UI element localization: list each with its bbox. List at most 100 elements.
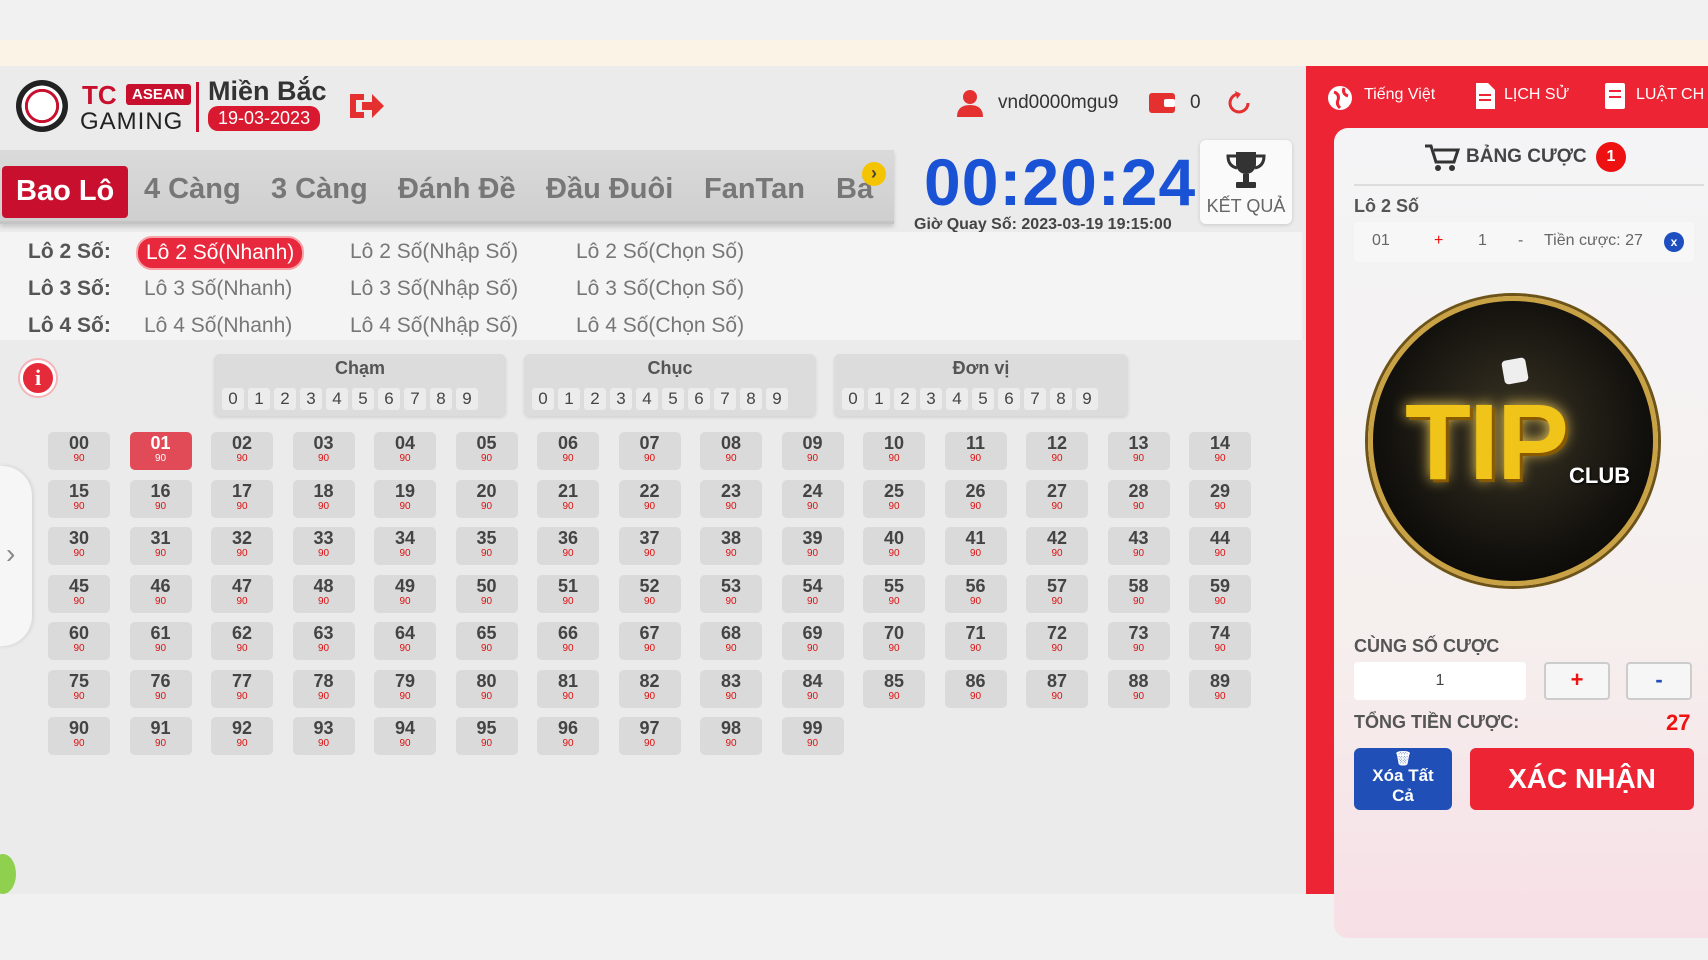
number-cell[interactable]: 19 90 bbox=[374, 479, 436, 518]
group-don-vi-digit[interactable]: 0 bbox=[842, 388, 864, 410]
group-cham-digit[interactable]: 5 bbox=[352, 388, 374, 410]
group-don-vi-digit[interactable]: 1 bbox=[868, 388, 890, 410]
history-link[interactable]: LỊCH SỬ bbox=[1504, 86, 1569, 104]
number-cell[interactable]: 60 90 bbox=[48, 622, 110, 660]
number-cell[interactable]: 44 90 bbox=[1189, 527, 1251, 565]
rules-link[interactable]: LUẬT CH bbox=[1636, 86, 1704, 104]
number-cell[interactable]: 30 90 bbox=[48, 527, 110, 565]
number-cell[interactable]: 67 90 bbox=[618, 622, 681, 660]
number-cell[interactable]: 68 90 bbox=[700, 622, 762, 660]
info-icon[interactable]: i bbox=[20, 360, 56, 396]
number-cell[interactable]: 61 90 bbox=[129, 622, 192, 660]
group-don-vi-digit[interactable]: 9 bbox=[1076, 388, 1098, 410]
number-cell[interactable]: 14 90 bbox=[1189, 432, 1251, 470]
number-cell[interactable]: 59 90 bbox=[1189, 574, 1251, 613]
group-chuc-digit[interactable]: 8 bbox=[740, 388, 762, 410]
group-don-vi-digit[interactable]: 3 bbox=[920, 388, 942, 410]
group-cham-digit[interactable]: 7 bbox=[404, 388, 426, 410]
number-cell[interactable]: 16 90 bbox=[129, 479, 192, 518]
number-cell[interactable]: 58 90 bbox=[1107, 574, 1170, 613]
chat-bubble-icon[interactable] bbox=[0, 854, 16, 894]
number-cell[interactable]: 78 90 bbox=[292, 669, 355, 708]
group-chuc-digit[interactable]: 4 bbox=[636, 388, 658, 410]
number-cell[interactable]: 86 90 bbox=[944, 669, 1007, 708]
number-cell[interactable]: 93 90 bbox=[292, 717, 355, 755]
number-cell[interactable]: 32 90 bbox=[211, 527, 273, 565]
number-cell[interactable]: 09 90 bbox=[781, 432, 844, 470]
number-cell[interactable]: 41 90 bbox=[944, 527, 1007, 565]
language-selector[interactable]: Tiếng Việt bbox=[1364, 86, 1435, 104]
group-cham-digit[interactable]: 3 bbox=[300, 388, 322, 410]
qty-minus-button[interactable]: - bbox=[1626, 662, 1692, 700]
number-cell[interactable]: 51 90 bbox=[537, 574, 599, 613]
number-cell[interactable]: 06 90 bbox=[537, 432, 599, 470]
number-cell[interactable]: 79 90 bbox=[374, 669, 436, 708]
number-cell[interactable]: 49 90 bbox=[374, 574, 436, 613]
group-cham-digit[interactable]: 2 bbox=[274, 388, 296, 410]
number-cell[interactable]: 55 90 bbox=[863, 574, 925, 613]
group-chuc-digit[interactable]: 1 bbox=[558, 388, 580, 410]
number-cell[interactable]: 46 90 bbox=[129, 574, 192, 613]
number-cell[interactable]: 20 90 bbox=[455, 479, 518, 518]
number-cell[interactable]: 87 90 bbox=[1026, 669, 1088, 708]
group-chuc-digit[interactable]: 2 bbox=[584, 388, 606, 410]
group-don-vi-digit[interactable]: 8 bbox=[1050, 388, 1072, 410]
group-chuc-digit[interactable]: 9 bbox=[766, 388, 788, 410]
number-cell[interactable]: 33 90 bbox=[292, 527, 355, 565]
number-cell[interactable]: 95 90 bbox=[455, 717, 518, 755]
group-cham-digit[interactable]: 0 bbox=[222, 388, 244, 410]
number-cell[interactable]: 76 90 bbox=[129, 669, 192, 708]
number-cell[interactable]: 00 90 bbox=[48, 432, 110, 470]
number-cell[interactable]: 07 90 bbox=[618, 432, 681, 470]
number-cell[interactable]: 24 90 bbox=[781, 479, 844, 518]
number-cell[interactable]: 40 90 bbox=[863, 527, 925, 565]
bet-minus-button[interactable]: - bbox=[1518, 232, 1523, 250]
number-cell[interactable]: 23 90 bbox=[700, 479, 762, 518]
side-drawer-handle[interactable]: › bbox=[0, 466, 32, 646]
number-cell[interactable]: 25 90 bbox=[863, 479, 925, 518]
number-cell[interactable]: 27 90 bbox=[1026, 479, 1088, 518]
group-don-vi-digit[interactable]: 4 bbox=[946, 388, 968, 410]
number-cell[interactable]: 01 90 bbox=[129, 432, 192, 470]
number-cell[interactable]: 48 90 bbox=[292, 574, 355, 613]
remove-bet-icon[interactable]: x bbox=[1664, 232, 1684, 252]
number-cell[interactable]: 21 90 bbox=[537, 479, 599, 518]
group-chuc-digit[interactable]: 0 bbox=[532, 388, 554, 410]
number-cell[interactable]: 82 90 bbox=[618, 669, 681, 708]
number-cell[interactable]: 03 90 bbox=[292, 432, 355, 470]
number-cell[interactable]: 31 90 bbox=[129, 527, 192, 565]
number-cell[interactable]: 71 90 bbox=[944, 622, 1007, 660]
number-cell[interactable]: 15 90 bbox=[48, 479, 110, 518]
number-cell[interactable]: 17 90 bbox=[211, 479, 273, 518]
number-cell[interactable]: 39 90 bbox=[781, 527, 844, 565]
number-cell[interactable]: 89 90 bbox=[1189, 669, 1251, 708]
number-cell[interactable]: 84 90 bbox=[781, 669, 844, 708]
number-cell[interactable]: 43 90 bbox=[1107, 527, 1170, 565]
group-chuc-digit[interactable]: 3 bbox=[610, 388, 632, 410]
number-cell[interactable]: 62 90 bbox=[211, 622, 273, 660]
number-cell[interactable]: 69 90 bbox=[781, 622, 844, 660]
number-cell[interactable]: 90 90 bbox=[48, 717, 110, 755]
number-cell[interactable]: 12 90 bbox=[1026, 432, 1088, 470]
number-cell[interactable]: 73 90 bbox=[1107, 622, 1170, 660]
number-cell[interactable]: 94 90 bbox=[374, 717, 436, 755]
number-cell[interactable]: 57 90 bbox=[1026, 574, 1088, 613]
number-cell[interactable]: 66 90 bbox=[537, 622, 599, 660]
group-cham-digit[interactable]: 6 bbox=[378, 388, 400, 410]
group-chuc-digit[interactable]: 7 bbox=[714, 388, 736, 410]
number-cell[interactable]: 45 90 bbox=[48, 574, 110, 613]
group-chuc-digit[interactable]: 6 bbox=[688, 388, 710, 410]
number-cell[interactable]: 50 90 bbox=[455, 574, 518, 613]
number-cell[interactable]: 52 90 bbox=[618, 574, 681, 613]
number-cell[interactable]: 96 90 bbox=[537, 717, 599, 755]
number-cell[interactable]: 88 90 bbox=[1107, 669, 1170, 708]
number-cell[interactable]: 92 90 bbox=[211, 717, 273, 755]
group-don-vi-digit[interactable]: 5 bbox=[972, 388, 994, 410]
number-cell[interactable]: 63 90 bbox=[292, 622, 355, 660]
same-bet-qty-input[interactable]: 1 bbox=[1354, 662, 1526, 700]
number-cell[interactable]: 10 90 bbox=[863, 432, 925, 470]
number-cell[interactable]: 64 90 bbox=[374, 622, 436, 660]
number-cell[interactable]: 22 90 bbox=[618, 479, 681, 518]
number-cell[interactable]: 74 90 bbox=[1189, 622, 1251, 660]
number-cell[interactable]: 72 90 bbox=[1026, 622, 1088, 660]
